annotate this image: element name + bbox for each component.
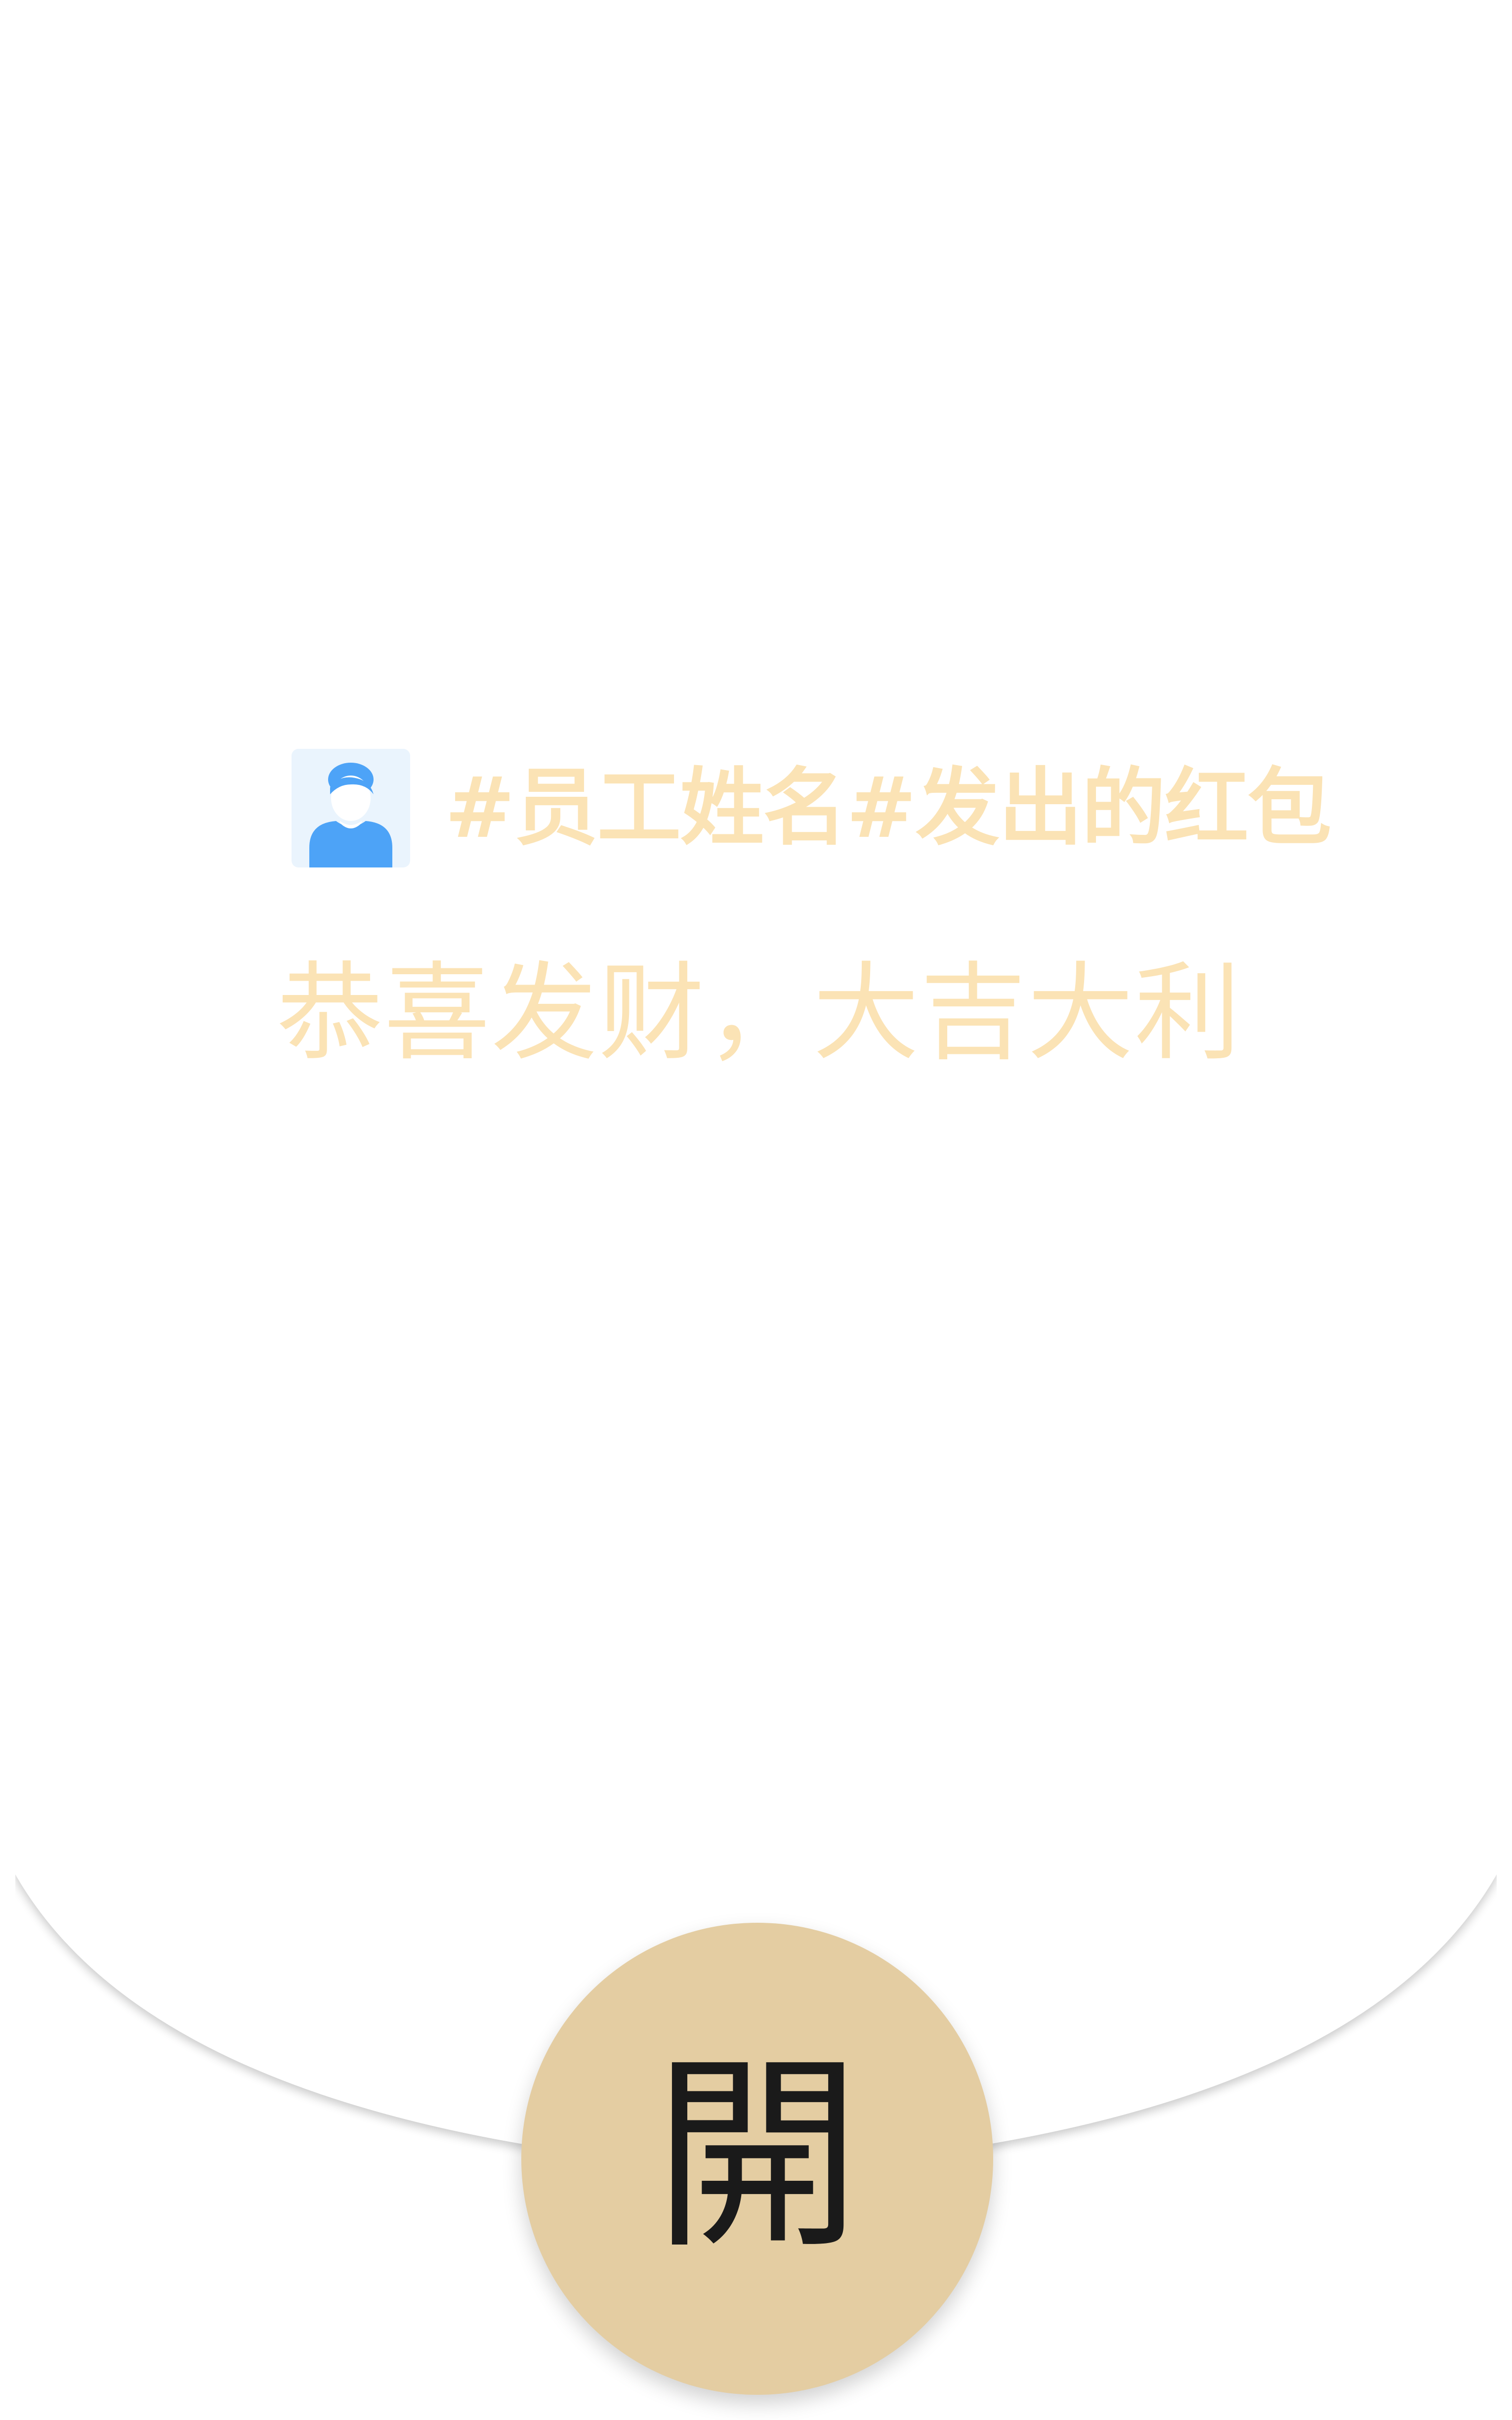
open-packet-button[interactable]: 開 (521, 1923, 993, 2395)
open-button-label: 開 (653, 2035, 861, 2277)
red-packet-screen: #员工姓名#发出的红包 恭喜发财，大吉大利 開 (0, 0, 1512, 2420)
sender-name-label: #员工姓名#发出的红包 (445, 759, 1332, 857)
sender-row: #员工姓名#发出的红包 (292, 749, 1332, 867)
user-avatar-icon (292, 749, 410, 867)
greeting-message: 恭喜发财，大吉大利 (277, 951, 1242, 1075)
envelope-panel (15, 6, 1497, 2181)
